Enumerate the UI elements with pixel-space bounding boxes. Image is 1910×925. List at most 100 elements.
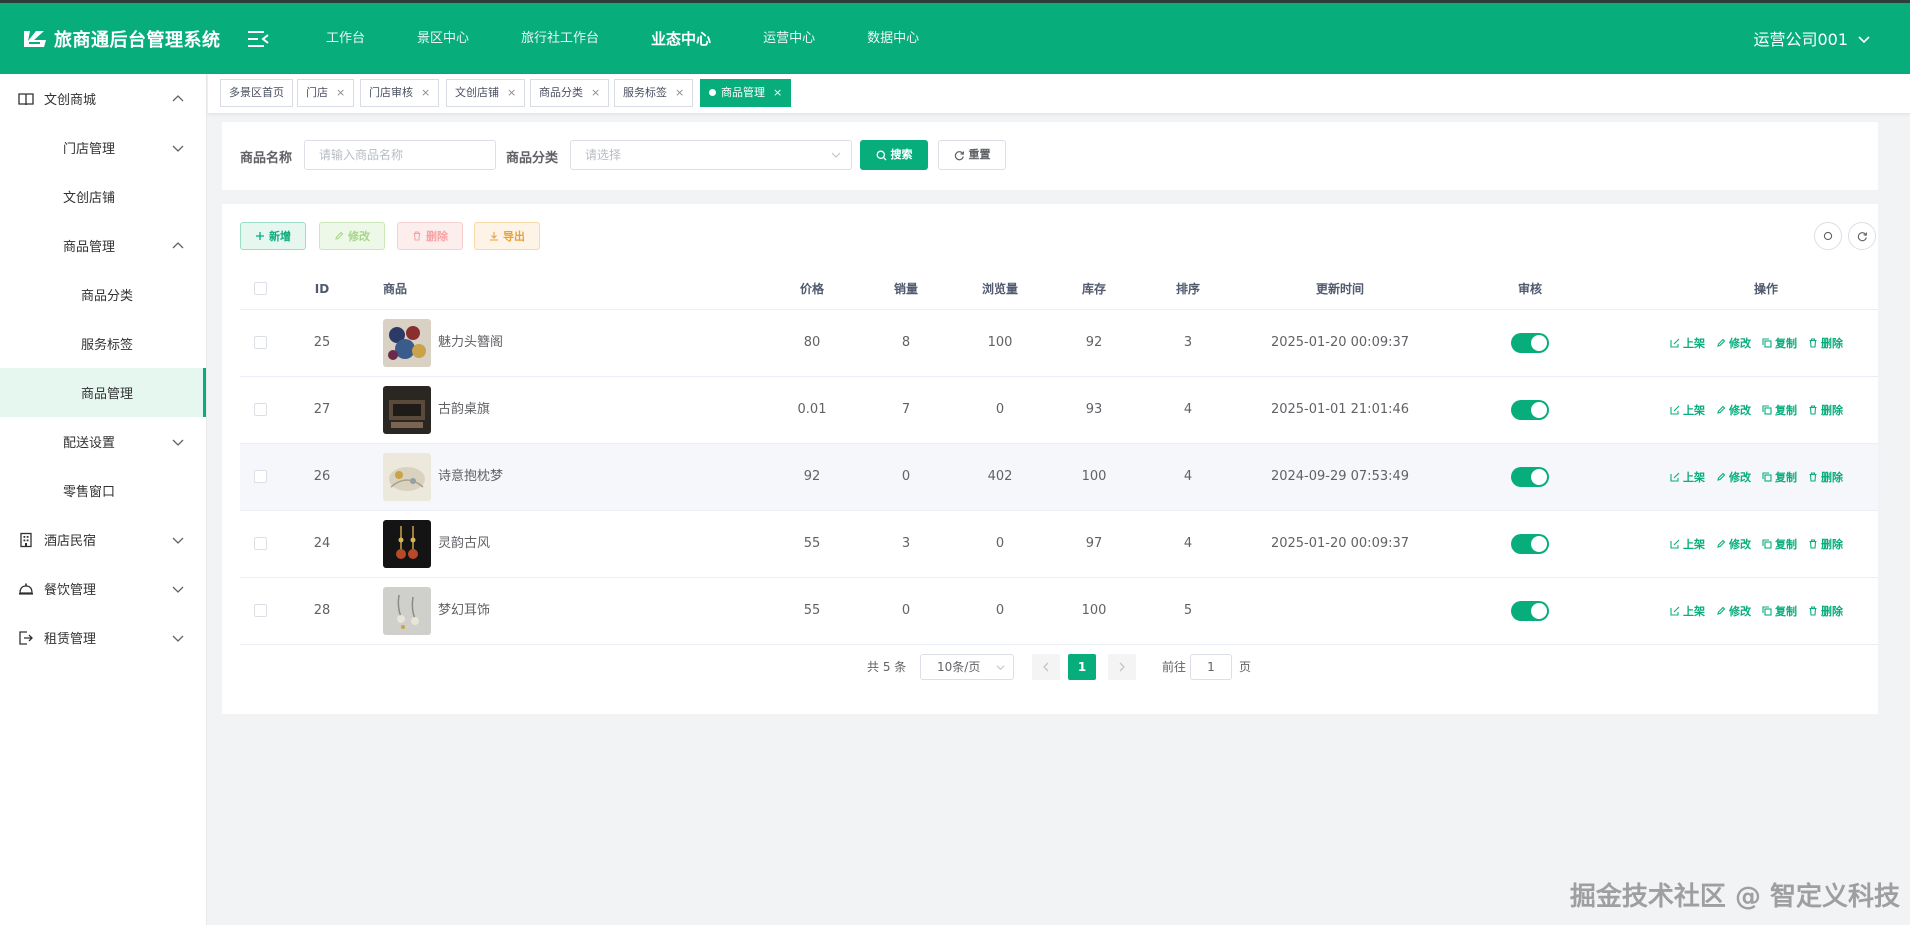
row-copy-button[interactable]: 复制 xyxy=(1762,469,1797,485)
shelve-button[interactable]: 上架 xyxy=(1670,603,1705,619)
row-delete-button[interactable]: 删除 xyxy=(1808,603,1843,619)
download-icon xyxy=(490,232,498,241)
sidebar-item-rental[interactable]: 租赁管理 xyxy=(0,613,206,662)
sidebar-item-cultural-shop[interactable]: 文创店铺 xyxy=(0,172,206,221)
close-icon[interactable]: × xyxy=(591,86,600,99)
plus-icon xyxy=(256,232,264,240)
topnav-data-center[interactable]: 数据中心 xyxy=(841,2,945,76)
product-name-input[interactable]: 请输入商品名称 xyxy=(304,140,496,170)
refresh-table-button[interactable] xyxy=(1848,222,1876,250)
topnav-operation-center[interactable]: 运营中心 xyxy=(737,2,841,76)
topnav-agency-workbench[interactable]: 旅行社工作台 xyxy=(495,2,625,76)
toggle-search-button[interactable] xyxy=(1814,222,1842,250)
row-edit-button[interactable]: 修改 xyxy=(1716,469,1751,485)
row-copy-button[interactable]: 复制 xyxy=(1762,536,1797,552)
edit-square-icon xyxy=(1670,338,1680,348)
close-icon[interactable]: × xyxy=(675,86,684,99)
next-page-button[interactable] xyxy=(1108,654,1136,680)
prev-page-button[interactable] xyxy=(1032,654,1060,680)
edit-square-icon xyxy=(1670,539,1680,549)
goto-page-input[interactable]: 1 xyxy=(1190,654,1232,680)
row-edit-button[interactable]: 修改 xyxy=(1716,335,1751,351)
row-checkbox[interactable] xyxy=(254,470,267,483)
delete-button[interactable]: 删除 xyxy=(397,222,463,250)
close-icon[interactable]: × xyxy=(773,86,782,99)
tab-product-management[interactable]: 商品管理 × xyxy=(700,79,792,107)
shelve-button[interactable]: 上架 xyxy=(1670,402,1705,418)
row-checkbox[interactable] xyxy=(254,537,267,550)
row-copy-button[interactable]: 复制 xyxy=(1762,402,1797,418)
select-all-checkbox[interactable] xyxy=(254,282,267,295)
table-row: 25 魅力头簪阁 80 8 100 92 3 2025-01-20 00:09:… xyxy=(240,310,1878,377)
row-delete-button[interactable]: 删除 xyxy=(1808,469,1843,485)
row-checkbox[interactable] xyxy=(254,336,267,349)
tab-store[interactable]: 门店 × xyxy=(297,79,355,107)
shelve-button[interactable]: 上架 xyxy=(1670,536,1705,552)
sidebar-item-dining[interactable]: 餐饮管理 xyxy=(0,564,206,613)
sidebar-item-retail-window[interactable]: 零售窗口 xyxy=(0,466,206,515)
row-checkbox[interactable] xyxy=(254,604,267,617)
trash-icon xyxy=(413,231,421,241)
edit-icon xyxy=(335,231,344,240)
col-views: 浏览量 xyxy=(981,282,1019,296)
close-icon[interactable]: × xyxy=(336,86,345,99)
row-checkbox[interactable] xyxy=(254,403,267,416)
row-delete-button[interactable]: 删除 xyxy=(1808,335,1843,351)
cell-sales: 0 xyxy=(901,469,911,484)
row-delete-button[interactable]: 删除 xyxy=(1808,536,1843,552)
menu-fold-icon[interactable] xyxy=(248,30,270,48)
edit-icon xyxy=(1717,606,1726,615)
cell-stock: 93 xyxy=(1085,402,1103,417)
tab-cultural-shop[interactable]: 文创店铺 × xyxy=(446,79,526,107)
op-label: 上架 xyxy=(1683,471,1705,484)
add-button[interactable]: 新增 xyxy=(240,222,306,250)
approval-switch[interactable] xyxy=(1511,534,1549,554)
sidebar-item-product-management-group[interactable]: 商品管理 xyxy=(0,221,206,270)
select-placeholder: 请选择 xyxy=(585,148,622,162)
reset-button[interactable]: 重置 xyxy=(938,140,1006,170)
user-menu[interactable]: 运营公司001 xyxy=(1753,3,1870,77)
tab-multi-scenic-home[interactable]: 多景区首页 xyxy=(220,79,293,107)
shelve-button[interactable]: 上架 xyxy=(1670,335,1705,351)
row-copy-button[interactable]: 复制 xyxy=(1762,603,1797,619)
topnav-workbench[interactable]: 工作台 xyxy=(300,2,391,76)
cell-price: 0.01 xyxy=(797,402,827,417)
close-icon[interactable]: × xyxy=(421,86,430,99)
search-button-label: 搜索 xyxy=(890,148,913,161)
cell-updated: 2025-01-20 00:09:37 xyxy=(1270,335,1410,350)
row-edit-button[interactable]: 修改 xyxy=(1716,402,1751,418)
tab-service-tags[interactable]: 服务标签 × xyxy=(614,79,694,107)
sidebar-item-delivery-settings[interactable]: 配送设置 xyxy=(0,417,206,466)
cell-sales: 0 xyxy=(901,603,911,618)
row-delete-button[interactable]: 删除 xyxy=(1808,402,1843,418)
row-edit-button[interactable]: 修改 xyxy=(1716,603,1751,619)
page-1-button[interactable]: 1 xyxy=(1068,654,1096,680)
sidebar-item-hotel[interactable]: 酒店民宿 xyxy=(0,515,206,564)
shelve-button[interactable]: 上架 xyxy=(1670,469,1705,485)
approval-switch[interactable] xyxy=(1511,333,1549,353)
sidebar-item-service-tags[interactable]: 服务标签 xyxy=(0,319,206,368)
edit-icon xyxy=(1717,472,1726,481)
sidebar-item-product-management[interactable]: 商品管理 xyxy=(0,368,206,417)
tab-store-review[interactable]: 门店审核 × xyxy=(360,79,440,107)
row-copy-button[interactable]: 复制 xyxy=(1762,335,1797,351)
sidebar-item-product-category[interactable]: 商品分类 xyxy=(0,270,206,319)
topnav-scenic-center[interactable]: 景区中心 xyxy=(391,2,495,76)
sidebar-item-cultural-mall[interactable]: 文创商城 xyxy=(0,74,206,123)
row-edit-button[interactable]: 修改 xyxy=(1716,536,1751,552)
product-image xyxy=(383,520,431,568)
approval-switch[interactable] xyxy=(1511,400,1549,420)
tab-product-category[interactable]: 商品分类 × xyxy=(530,79,610,107)
export-button[interactable]: 导出 xyxy=(474,222,540,250)
op-label: 修改 xyxy=(1729,605,1751,618)
approval-switch[interactable] xyxy=(1511,601,1549,621)
approval-switch[interactable] xyxy=(1511,467,1549,487)
close-icon[interactable]: × xyxy=(507,86,516,99)
sidebar-item-store-management[interactable]: 门店管理 xyxy=(0,123,206,172)
edit-button[interactable]: 修改 xyxy=(319,222,385,250)
page-size-select[interactable]: 10条/页 xyxy=(920,654,1014,680)
product-category-select[interactable]: 请选择 xyxy=(570,140,852,170)
tab-label: 文创店铺 xyxy=(455,86,499,99)
search-button[interactable]: 搜索 xyxy=(860,140,928,170)
topnav-business-center[interactable]: 业态中心 xyxy=(625,2,737,76)
